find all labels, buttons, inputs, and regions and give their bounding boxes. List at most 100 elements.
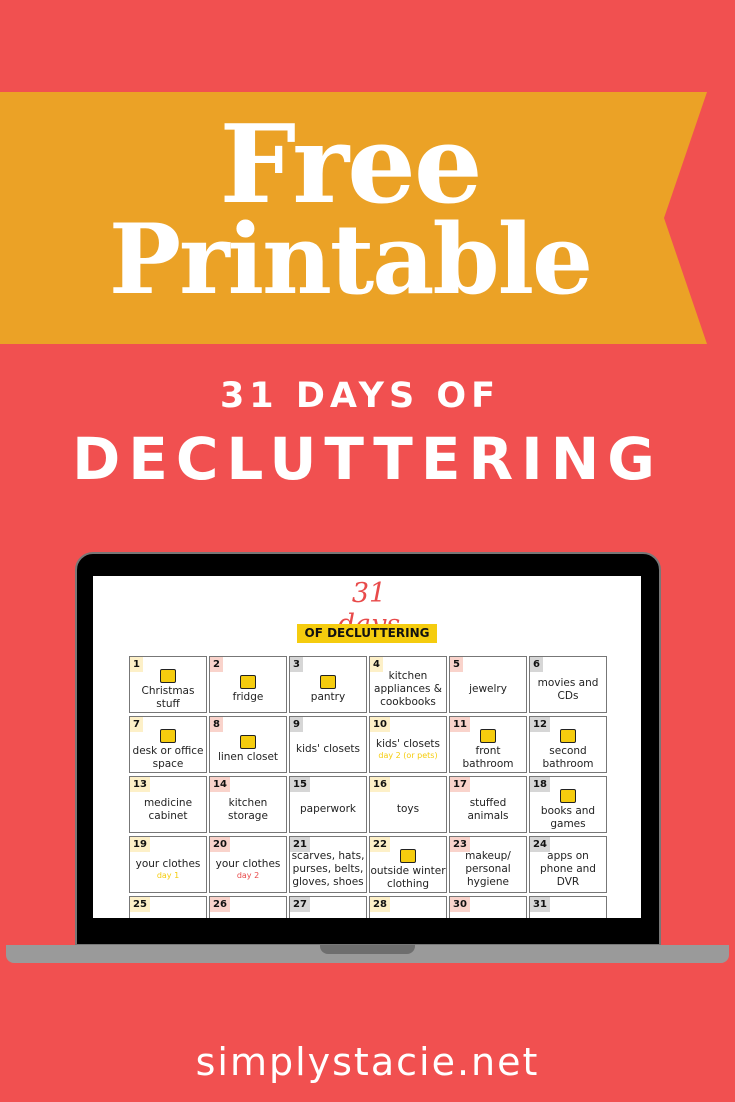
day-cell: 13 medicine cabinet — [129, 776, 207, 833]
day-task: kitchen appliances & cookbooks — [374, 670, 442, 708]
day-number: 5 — [450, 657, 463, 672]
day-task: desk or office space — [132, 744, 204, 770]
day-cell: 30 — [449, 896, 527, 918]
day-cell: 21 scarves, hats, purses, belts, gloves, … — [289, 836, 367, 893]
day-cell: 20 your clothes day 2 — [209, 836, 287, 893]
day-number: 2 — [210, 657, 223, 672]
day-cell: 9 kids' closets — [289, 716, 367, 773]
day-number: 22 — [370, 837, 390, 852]
day-number: 21 — [290, 837, 310, 852]
subtitle-line2: DECLUTTERING — [72, 425, 663, 493]
day-number: 12 — [530, 717, 550, 732]
day-task: Christmas stuff — [141, 684, 195, 710]
day-number: 6 — [530, 657, 543, 672]
day-cell: 11 front bathroom — [449, 716, 527, 773]
day-number: 3 — [290, 657, 303, 672]
site-name: simplystacie.net — [195, 1040, 540, 1084]
day-cell: 26 — [209, 896, 287, 918]
day-number: 19 — [130, 837, 150, 852]
day-number: 20 — [210, 837, 230, 852]
day-task: kids' closets — [296, 743, 360, 755]
day-number: 11 — [450, 717, 470, 732]
day-task: apps on phone and DVR — [540, 850, 596, 888]
day-task: fridge — [232, 691, 264, 703]
toilet-icon — [480, 728, 496, 743]
day-task: toys — [396, 803, 420, 815]
day-cell: 10 kids' closets day 2 (or pets) — [369, 716, 447, 773]
day-cell: 23 makeup/ personal hygiene — [449, 836, 527, 893]
day-task: kids' closets — [376, 738, 440, 750]
bathtub-icon — [560, 728, 576, 743]
day-task: pantry — [310, 691, 346, 703]
day-task: makeup/ personal hygiene — [465, 850, 511, 888]
laptop-notch — [320, 945, 415, 954]
day-cell: 3 pantry — [289, 656, 367, 713]
day-cell: 8 linen closet — [209, 716, 287, 773]
day-number: 18 — [530, 777, 550, 792]
day-number: 27 — [290, 897, 310, 912]
day-task: jewelry — [469, 683, 507, 695]
headline-printable: Printable — [108, 203, 593, 316]
day-cell: 31house knick — [529, 896, 607, 918]
santa-hat-icon — [160, 668, 176, 683]
day-task: medicine cabinet — [143, 796, 193, 822]
day-number: 16 — [370, 777, 390, 792]
day-cell: 27 — [289, 896, 367, 918]
day-number: 8 — [210, 717, 223, 732]
day-number: 25 — [130, 897, 150, 912]
day-note: day 2 (or pets) — [378, 751, 438, 760]
day-number: 15 — [290, 777, 310, 792]
day-task: your clothes — [135, 858, 201, 870]
day-cell: 14 kitchen storage — [209, 776, 287, 833]
day-number: 24 — [530, 837, 550, 852]
day-cell: 6 movies and CDs — [529, 656, 607, 713]
day-task: outside winter clothing — [370, 864, 446, 890]
day-task: your clothes — [215, 858, 281, 870]
day-task: movies and CDs — [537, 676, 599, 702]
day-task: scarves, hats, purses, belts, gloves, sh… — [291, 850, 365, 888]
day-cell: 2 fridge — [209, 656, 287, 713]
highlight-title: OF DECLUTTERING — [297, 624, 437, 643]
day-cell: 17 stuffed animals — [449, 776, 527, 833]
day-number: 1 — [130, 657, 143, 672]
fridge-icon — [240, 675, 256, 689]
day-number: 13 — [130, 777, 150, 792]
day-task: second bathroom — [542, 744, 594, 770]
day-number: 30 — [450, 897, 470, 912]
day-cell: 16 toys — [369, 776, 447, 833]
day-cell: 5 jewelry — [449, 656, 527, 713]
day-task: linen closet — [217, 751, 279, 763]
day-task: paperwork — [300, 803, 356, 815]
day-cell: 22 outside winter clothing — [369, 836, 447, 893]
day-cell: 19 your clothes day 1 — [129, 836, 207, 893]
day-number: 7 — [130, 717, 143, 732]
day-cell: 25storage on — [129, 896, 207, 918]
day-cell: 24 apps on phone and DVR — [529, 836, 607, 893]
day-number: 31 — [530, 897, 550, 912]
day-cell: 28garageday 1 — [369, 896, 447, 918]
day-number: 9 — [290, 717, 303, 732]
day-cell: 18 books and games — [529, 776, 607, 833]
day-number: 10 — [370, 717, 390, 732]
door-icon — [240, 735, 256, 749]
day-task: front bathroom — [462, 744, 514, 770]
day-cell: 7 desk or office space — [129, 716, 207, 773]
subtitle-line1: 31 DAYS OF — [219, 376, 501, 416]
day-number: 14 — [210, 777, 230, 792]
day-number: 4 — [370, 657, 383, 672]
day-task: stuffed animals — [467, 796, 509, 822]
books-icon — [560, 788, 576, 803]
day-cell: 15 paperwork — [289, 776, 367, 833]
laptop-screen: 31 days OF DECLUTTERING 1Christmas stuff… — [93, 576, 641, 918]
day-cell: 12 second bathroom — [529, 716, 607, 773]
day-cell: 1 Christmas stuff — [129, 656, 207, 713]
day-task: books and games — [540, 804, 596, 830]
jars-icon — [320, 675, 336, 689]
day-number: 23 — [450, 837, 470, 852]
snowflake-icon — [400, 848, 416, 863]
day-note: day 2 — [236, 871, 260, 880]
calendar-grid: 1 Christmas stuff 2 fridge 3 pantry 4 kitchen a… — [129, 656, 607, 918]
day-number: 17 — [450, 777, 470, 792]
day-cell: 4 kitchen appliances & cookbooks — [369, 656, 447, 713]
desk-icon — [160, 728, 176, 743]
